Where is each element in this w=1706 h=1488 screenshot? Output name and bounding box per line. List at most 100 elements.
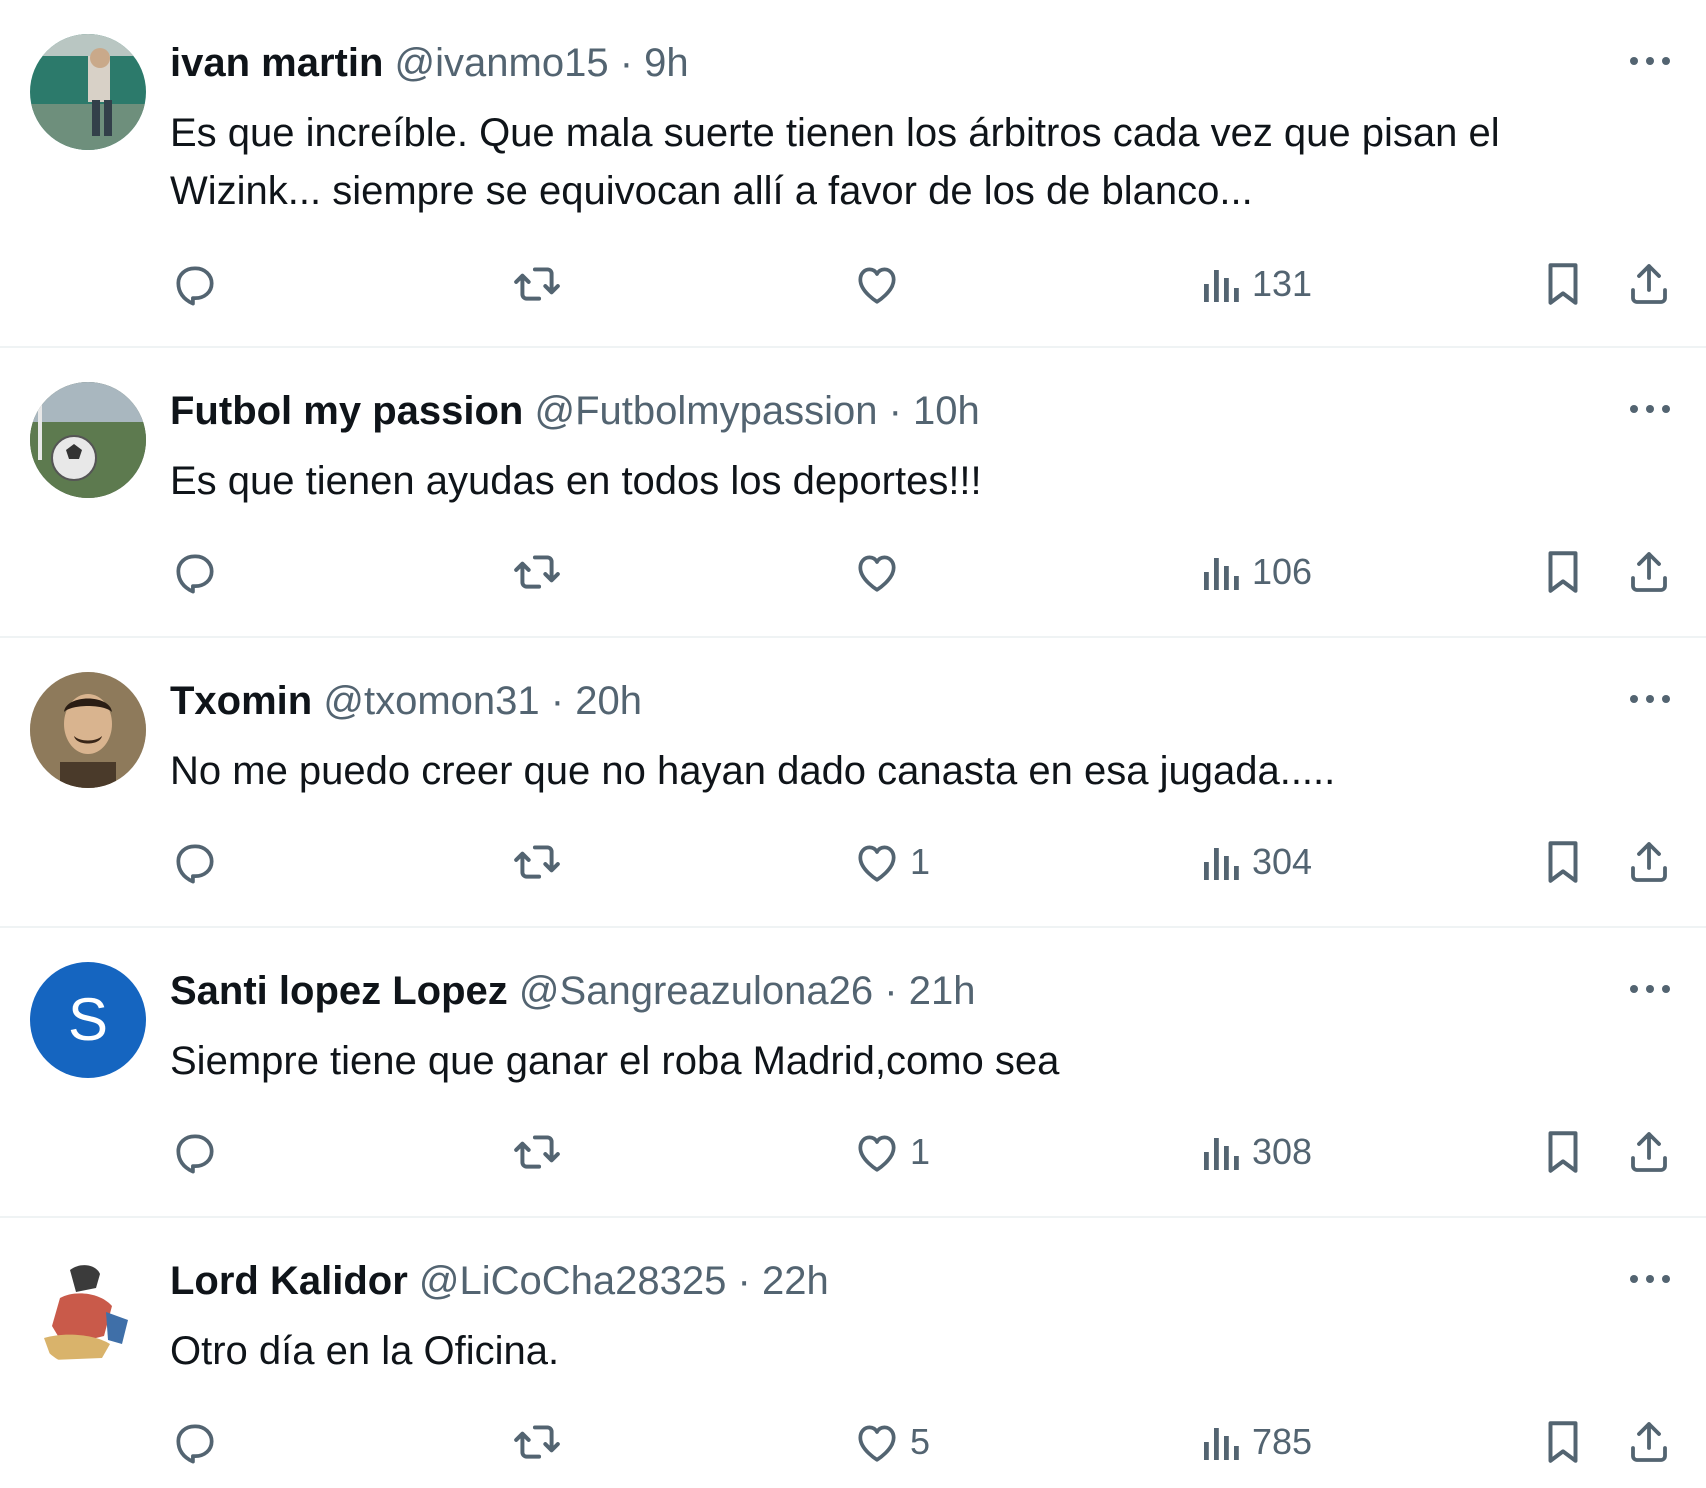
timestamp[interactable]: 20h xyxy=(575,679,642,723)
tweet[interactable]: Txomin @txomon31 · 20h No me puedo creer… xyxy=(0,638,1706,928)
views-icon xyxy=(1204,1138,1239,1170)
retweet-button[interactable] xyxy=(510,1122,564,1182)
bookmark-button[interactable] xyxy=(1540,1122,1586,1182)
avatar[interactable] xyxy=(30,34,146,150)
view-count: 131 xyxy=(1252,263,1313,304)
view-count: 308 xyxy=(1252,1131,1313,1172)
like-count: 5 xyxy=(910,1421,931,1462)
retweet-button[interactable] xyxy=(510,832,564,892)
avatar[interactable] xyxy=(30,382,146,498)
tweet-text: Siempre tiene que ganar el roba Madrid,c… xyxy=(170,1039,1060,1083)
view-count: 785 xyxy=(1252,1421,1313,1462)
avatar[interactable]: S xyxy=(30,962,146,1078)
like-button[interactable] xyxy=(852,254,910,314)
view-count: 106 xyxy=(1252,551,1313,592)
like-button[interactable] xyxy=(852,542,910,602)
retweet-button[interactable] xyxy=(510,254,564,314)
views-button[interactable]: 131 xyxy=(1200,254,1312,314)
share-icon xyxy=(1631,1132,1667,1172)
reply-button[interactable] xyxy=(170,1122,220,1182)
user-handle[interactable]: @Sangreazulona26 xyxy=(519,969,873,1013)
action-bar: 131 xyxy=(170,254,1680,314)
separator-dot: · xyxy=(550,679,565,723)
like-button[interactable]: 1 xyxy=(852,1122,930,1182)
user-handle[interactable]: @LiCoCha28325 xyxy=(419,1259,726,1303)
bookmark-icon xyxy=(1548,263,1578,305)
tweet[interactable]: Lord Kalidor @LiCoCha28325 · 22h Otro dí… xyxy=(0,1218,1706,1488)
display-name[interactable]: Txomin xyxy=(170,679,312,723)
avatar[interactable] xyxy=(30,1252,146,1368)
heart-icon xyxy=(858,845,896,882)
reply-icon xyxy=(176,844,214,884)
reply-button[interactable] xyxy=(170,832,220,892)
bookmark-button[interactable] xyxy=(1540,254,1586,314)
display-name[interactable]: Futbol my passion xyxy=(170,389,523,433)
timestamp[interactable]: 21h xyxy=(909,969,976,1013)
tweet[interactable]: S Santi lopez Lopez @Sangreazulona26 · 2… xyxy=(0,928,1706,1218)
avatar[interactable] xyxy=(30,672,146,788)
more-icon[interactable] xyxy=(1628,684,1672,714)
like-count: 1 xyxy=(910,841,931,882)
display-name[interactable]: ivan martin xyxy=(170,41,383,85)
separator-dot: · xyxy=(619,41,634,85)
tweet-header: Futbol my passion @Futbolmypassion · 10h xyxy=(170,386,980,436)
heart-icon xyxy=(858,1135,896,1172)
separator-dot: · xyxy=(888,389,902,433)
like-count: 1 xyxy=(910,1131,931,1172)
views-icon xyxy=(1204,558,1239,590)
bookmark-icon xyxy=(1548,1421,1578,1463)
bookmark-button[interactable] xyxy=(1540,832,1586,892)
bookmark-icon xyxy=(1548,1131,1578,1173)
share-icon xyxy=(1631,842,1667,882)
bookmark-button[interactable] xyxy=(1540,542,1586,602)
more-icon[interactable] xyxy=(1628,394,1672,424)
display-name[interactable]: Lord Kalidor xyxy=(170,1259,408,1303)
retweet-icon xyxy=(514,845,560,879)
views-button[interactable]: 308 xyxy=(1200,1122,1312,1182)
action-bar: 106 xyxy=(170,542,1680,602)
share-button[interactable] xyxy=(1625,254,1673,314)
tweet-header: Txomin @txomon31 · 20h xyxy=(170,676,642,726)
tweet[interactable]: Futbol my passion @Futbolmypassion · 10h… xyxy=(0,348,1706,638)
share-button[interactable] xyxy=(1625,1122,1673,1182)
like-button[interactable]: 1 xyxy=(852,832,930,892)
display-name[interactable]: Santi lopez Lopez xyxy=(170,969,508,1013)
user-handle[interactable]: @Futbolmypassion xyxy=(534,389,877,433)
more-icon[interactable] xyxy=(1628,974,1672,1004)
tweet[interactable]: ivan martin @ivanmo15 · 9h Es que increí… xyxy=(0,0,1706,348)
views-button[interactable]: 304 xyxy=(1200,832,1312,892)
user-handle[interactable]: @txomon31 xyxy=(323,679,539,723)
heart-icon xyxy=(858,267,896,304)
like-button[interactable]: 5 xyxy=(852,1412,930,1472)
reply-icon xyxy=(176,1424,214,1464)
tweet-text: No me puedo creer que no hayan dado cana… xyxy=(170,749,1336,793)
more-icon[interactable] xyxy=(1628,46,1672,76)
reply-button[interactable] xyxy=(170,254,220,314)
bookmark-button[interactable] xyxy=(1540,1412,1586,1472)
more-icon[interactable] xyxy=(1628,1264,1672,1294)
reply-icon xyxy=(176,266,214,306)
reply-feed: ivan martin @ivanmo15 · 9h Es que increí… xyxy=(0,0,1706,1488)
retweet-button[interactable] xyxy=(510,1412,564,1472)
retweet-button[interactable] xyxy=(510,542,564,602)
share-button[interactable] xyxy=(1625,1412,1673,1472)
user-handle[interactable]: @ivanmo15 xyxy=(395,41,609,85)
timestamp[interactable]: 10h xyxy=(913,389,980,433)
share-button[interactable] xyxy=(1625,832,1673,892)
separator-dot: · xyxy=(884,969,898,1013)
tweet-text: Es que increíble. Que mala suerte tienen… xyxy=(170,111,1500,213)
tweet-text: Otro día en la Oficina. xyxy=(170,1329,560,1373)
views-button[interactable]: 106 xyxy=(1200,542,1312,602)
views-button[interactable]: 785 xyxy=(1200,1412,1312,1472)
retweet-icon xyxy=(514,267,560,301)
timestamp[interactable]: 9h xyxy=(644,41,689,85)
separator-dot: · xyxy=(737,1259,751,1303)
share-button[interactable] xyxy=(1625,542,1673,602)
timestamp[interactable]: 22h xyxy=(762,1259,829,1303)
avatar-letter: S xyxy=(67,986,109,1053)
tweet-header: Santi lopez Lopez @Sangreazulona26 · 21h xyxy=(170,966,975,1016)
bookmark-icon xyxy=(1548,841,1578,883)
share-icon xyxy=(1631,264,1667,304)
reply-button[interactable] xyxy=(170,1412,220,1472)
reply-button[interactable] xyxy=(170,542,220,602)
